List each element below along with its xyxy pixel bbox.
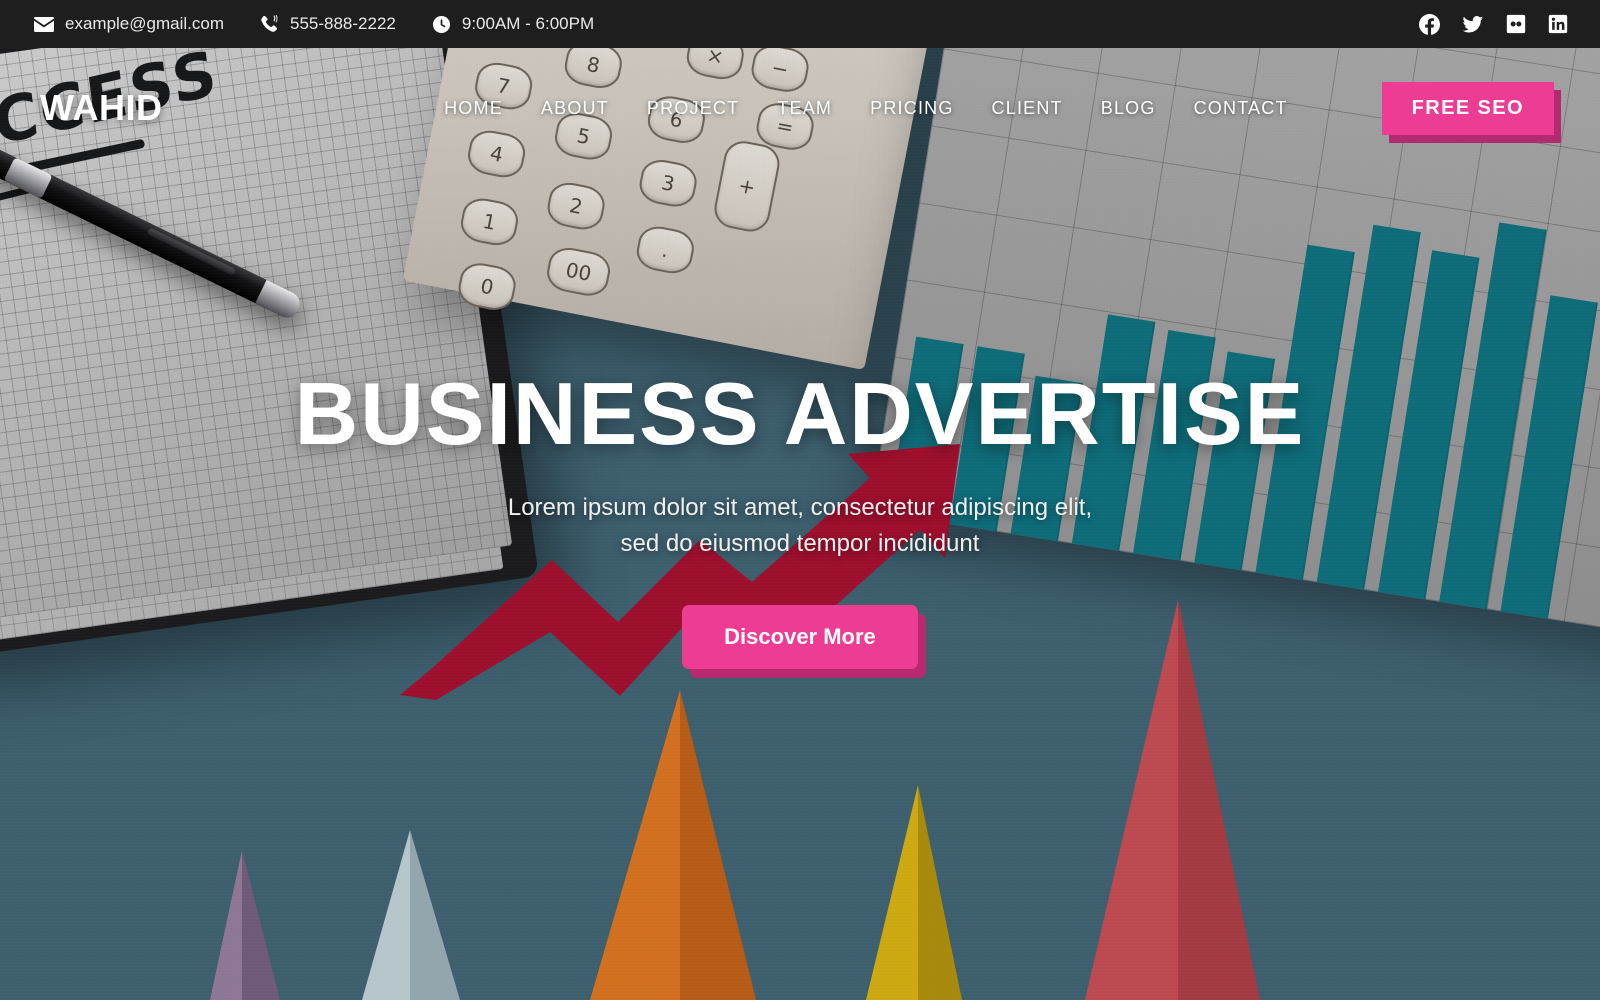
paper-cone-yellow	[866, 785, 962, 1000]
topbar-contact-group: example@gmail.com 555-888-2222 9:00AM - …	[34, 14, 594, 34]
nav-item-pricing[interactable]: PRICING	[870, 98, 953, 119]
hero-title: BUSINESS ADVERTISE	[294, 364, 1306, 463]
calculator-key: 00	[543, 244, 614, 300]
topbar-phone-text: 555-888-2222	[289, 14, 396, 33]
hero-subtitle-line-1: Lorem ipsum dolor sit amet, consectetur …	[507, 494, 1093, 521]
facebook-icon[interactable]	[1419, 13, 1440, 35]
paper-cone-lightblue	[362, 830, 460, 1000]
site-header: WAHID HOME ABOUT PROJECT TEAM PRICING CL…	[0, 48, 1600, 168]
nav-item-contact[interactable]: CONTACT	[1194, 98, 1288, 119]
free-seo-button[interactable]: FREE SEO	[1381, 81, 1554, 135]
hero-subtitle: Lorem ipsum dolor sit amet, consectetur …	[295, 490, 1306, 563]
flickr-icon[interactable]	[1506, 14, 1526, 34]
nav-item-about[interactable]: ABOUT	[541, 98, 609, 119]
nav-item-team[interactable]: TEAM	[777, 98, 832, 119]
nav-item-blog[interactable]: BLOG	[1101, 98, 1156, 119]
hero-content: BUSINESS ADVERTISE Lorem ipsum dolor sit…	[295, 370, 1306, 669]
brand-logo[interactable]: WAHID	[40, 87, 163, 129]
nav-item-client[interactable]: CLIENT	[992, 98, 1063, 119]
paper-cone-orange	[590, 690, 756, 1000]
calculator-key: .	[633, 222, 698, 277]
nav-item-home[interactable]: HOME	[444, 98, 503, 119]
hero-subtitle-line-2: sed do eiusmod tempor incididunt	[620, 530, 980, 558]
clock-icon	[432, 15, 451, 34]
topbar-phone[interactable]: 555-888-2222	[260, 14, 396, 34]
paper-cone-purple	[210, 850, 280, 1000]
main-navigation: HOME ABOUT PROJECT TEAM PRICING CLIENT B…	[444, 81, 1554, 135]
twitter-icon[interactable]	[1462, 14, 1484, 35]
calculator-key: 2	[544, 179, 608, 234]
topbar-hours: 9:00AM - 6:00PM	[432, 14, 594, 34]
page-root: SUCCESS 8 7 6 5 4 3 2 1 0 00 . + − = × e…	[0, 0, 1600, 1000]
discover-more-button[interactable]: Discover More	[682, 604, 918, 669]
calculator-key: 1	[457, 194, 522, 249]
topbar-email-text: example@gmail.com	[65, 14, 224, 33]
top-contact-bar: example@gmail.com 555-888-2222 9:00AM - …	[0, 0, 1600, 48]
topbar-email[interactable]: example@gmail.com	[34, 14, 224, 34]
envelope-icon	[34, 16, 54, 32]
linkedin-icon[interactable]	[1548, 14, 1568, 34]
nav-item-project[interactable]: PROJECT	[647, 98, 739, 119]
topbar-social-group	[1419, 13, 1568, 35]
topbar-hours-text: 9:00AM - 6:00PM	[461, 14, 595, 33]
phone-icon	[260, 14, 279, 34]
